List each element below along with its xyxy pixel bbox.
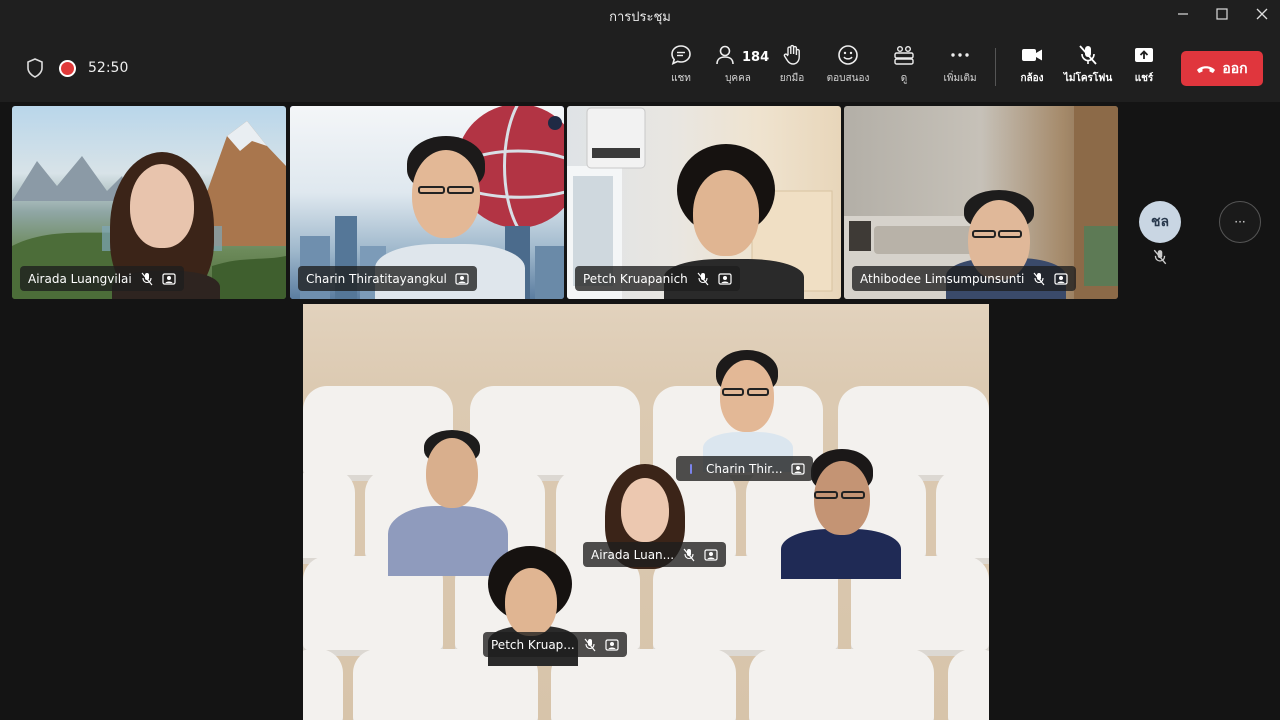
share-label: แชร์ [1134, 73, 1154, 84]
background-effects-icon [718, 272, 732, 285]
background-effects-icon [1054, 272, 1068, 285]
camera-icon [1022, 49, 1042, 61]
seat [303, 469, 355, 564]
mic-label: ไม่โครโฟน [1063, 73, 1113, 84]
participant-nameplate: Charin Thiratitayangkul [298, 266, 477, 291]
chat-icon [671, 45, 691, 65]
hand-icon [783, 44, 800, 65]
maximize-button[interactable] [1202, 0, 1242, 28]
chat-button[interactable]: แชท [653, 44, 709, 94]
mic-off-icon [1033, 272, 1045, 285]
share-icon [1135, 48, 1153, 62]
minimize-icon [1178, 13, 1188, 15]
camera-label: กล้อง [1020, 73, 1044, 84]
window-title: การประชุม [609, 10, 671, 25]
seat [303, 649, 343, 720]
background-effects-icon [162, 272, 176, 285]
background-effects-icon [455, 272, 469, 285]
minimize-button[interactable] [1163, 0, 1203, 28]
raise-hand-label: ยกมือ [779, 73, 805, 84]
participant-nameplate: Athibodee Limsumpunsunti [852, 266, 1077, 291]
participant-name: Petch Kruapanich [583, 271, 688, 286]
more-actions-button[interactable]: เพิ่มเติม [932, 44, 988, 94]
overflow-avatar[interactable]: ชล [1139, 201, 1181, 243]
mic-off-icon [683, 548, 695, 561]
more-label: เพิ่มเติม [943, 73, 977, 84]
maximize-icon [1216, 8, 1228, 20]
seat-nameplate: Airada Luan... [583, 542, 727, 567]
more-participants-button[interactable]: ··· [1219, 201, 1261, 243]
view-button[interactable]: ดู [876, 44, 932, 94]
seat-nameplate: Petch Kruap... [483, 632, 627, 657]
seat [936, 469, 989, 564]
seat-name: Charin Thir... [706, 461, 783, 476]
more-icon [951, 53, 969, 57]
view-label: ดู [900, 73, 908, 84]
close-icon [1256, 8, 1268, 20]
participant-name: Charin Thiratitayangkul [306, 271, 447, 286]
people-button[interactable]: 184 บุคคล [708, 44, 769, 94]
participant-nameplate: Petch Kruapanich [575, 266, 740, 291]
chat-label: แชท [671, 73, 691, 84]
people-icon [716, 45, 734, 65]
leave-button[interactable]: ออก [1181, 51, 1263, 86]
mic-off-icon [1079, 45, 1097, 65]
hang-up-icon [1197, 65, 1216, 73]
react-label: ตอบสนอง [826, 73, 870, 84]
meeting-toolbar: 52:50 แชท 184 บุคคล ยกมือ ตอบสนอง ดู เพิ… [0, 30, 1280, 102]
toolbar-divider [995, 48, 996, 86]
view-icon [894, 46, 914, 65]
seat-name: Petch Kruap... [491, 637, 575, 652]
shield-icon[interactable] [26, 58, 44, 78]
background-effects-icon [704, 548, 718, 561]
camera-button[interactable]: กล้อง [1004, 44, 1060, 94]
speaking-indicator-icon [690, 463, 692, 474]
mic-off-icon [141, 272, 153, 285]
share-button[interactable]: แชร์ [1116, 44, 1172, 94]
recording-indicator [59, 60, 76, 77]
raise-hand-button[interactable]: ยกมือ [764, 44, 820, 94]
participant-name: Airada Luangvilai [28, 271, 132, 286]
participant-name: Athibodee Limsumpunsunti [860, 271, 1025, 286]
mic-off-icon [1153, 249, 1167, 265]
close-button[interactable] [1242, 0, 1280, 28]
seat [749, 649, 934, 720]
seat-name: Airada Luan... [591, 547, 675, 562]
seat [948, 649, 989, 720]
seat-nameplate: Charin Thir... [676, 456, 813, 481]
background-effects-icon [790, 462, 805, 475]
participant-tile[interactable]: Athibodee Limsumpunsunti [844, 106, 1118, 299]
more-participants-label: ··· [1234, 215, 1246, 229]
leave-label: ออก [1222, 60, 1248, 77]
video-stage: Airada Luangvilai Charin Thiratitayangku… [0, 102, 1280, 720]
mic-button[interactable]: ไม่โครโฟน [1060, 44, 1116, 94]
together-mode-scene[interactable]: Charin Thir... Airada Luan... Petch Krua… [303, 304, 989, 720]
title-bar: การประชุม [0, 0, 1280, 30]
participant-tile[interactable]: Petch Kruapanich [567, 106, 841, 299]
seat [551, 649, 736, 720]
background-effects-icon [605, 638, 619, 651]
participant-tile[interactable]: Charin Thiratitayangkul [290, 106, 564, 299]
avatar-initials: ชล [1150, 214, 1170, 230]
people-label: บุคคล [725, 73, 751, 84]
smiley-icon [838, 45, 858, 65]
meeting-timer: 52:50 [88, 60, 129, 76]
participant-tile[interactable]: Airada Luangvilai [12, 106, 286, 299]
react-button[interactable]: ตอบสนอง [820, 44, 876, 94]
mic-off-icon [697, 272, 709, 285]
participant-nameplate: Airada Luangvilai [20, 266, 184, 291]
mic-off-icon [584, 638, 596, 651]
